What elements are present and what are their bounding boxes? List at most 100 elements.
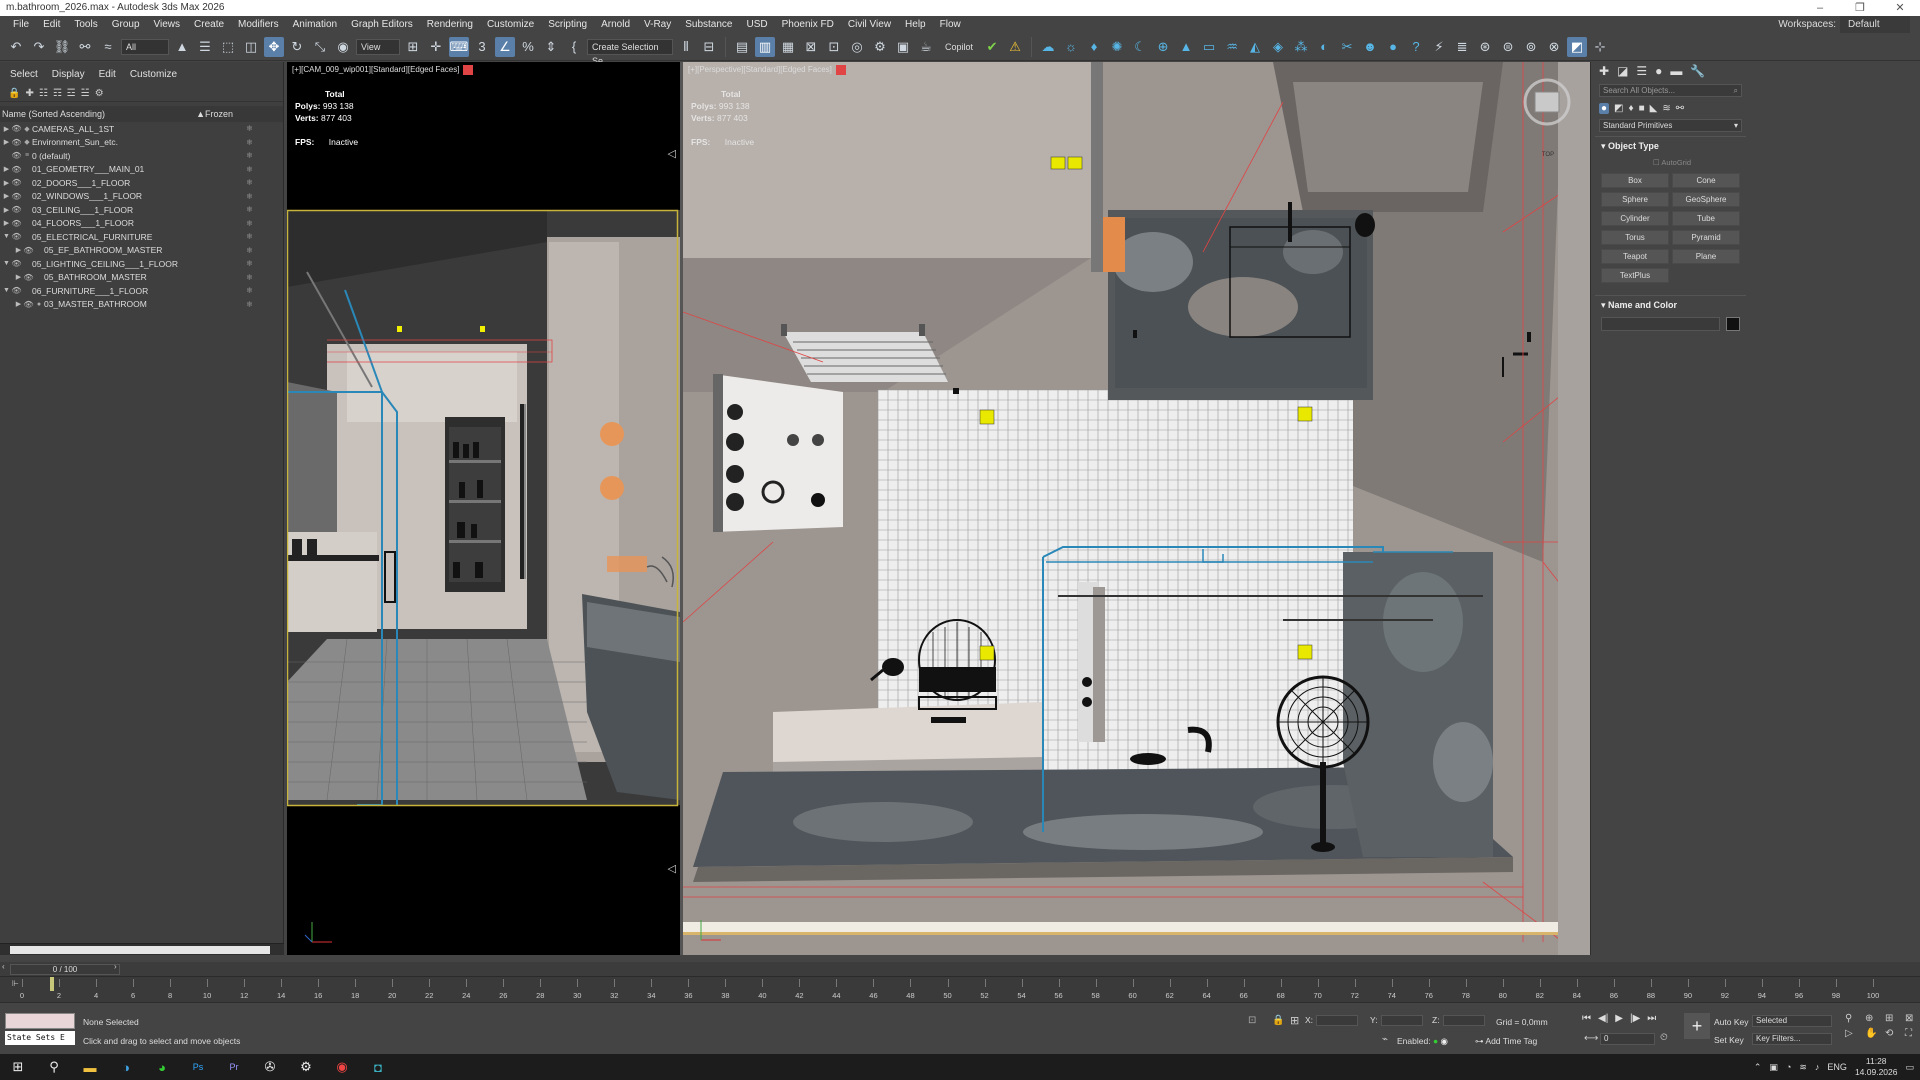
object-color-swatch[interactable] (1726, 317, 1740, 331)
layer-row[interactable]: ▶ 👁 05_EF_BATHROOM_MASTER ❄ (0, 244, 283, 258)
select-object-icon[interactable]: ▲ (172, 37, 192, 57)
z-input[interactable] (1442, 1015, 1485, 1027)
track-bar[interactable]: ⊩ 0 2 4 6 8 10 12 14 16 18 20 22 24 26 28 30 32 34 36 38 40 4… (0, 976, 1920, 1002)
more-tools-icon[interactable]: ⊹ (1590, 37, 1610, 57)
x-input[interactable] (1316, 1015, 1359, 1027)
chatgpt-icon[interactable]: ✇ (252, 1054, 288, 1080)
expand-arrow-icon[interactable]: ▶ (2, 206, 11, 214)
teapot-button[interactable]: Teapot (1601, 249, 1669, 264)
freeze-toggle-icon[interactable]: ❄ (246, 205, 253, 214)
unlink-icon[interactable]: ⚯ (75, 37, 95, 57)
zoom-extents-all-icon[interactable]: ⊠ (1905, 1013, 1920, 1024)
maxscript-listener[interactable] (5, 1013, 75, 1029)
freeze-toggle-icon[interactable]: ❄ (246, 165, 253, 174)
check-icon[interactable]: ✔ (982, 37, 1002, 57)
geosphere-button[interactable]: GeoSphere (1672, 192, 1740, 207)
selection-lock-icon[interactable]: 🔒 (1272, 1015, 1284, 1026)
rotate-icon[interactable]: ↻ (287, 37, 307, 57)
spinner-snap-icon[interactable]: ⇕ (541, 37, 561, 57)
layer-tree-icon[interactable]: ☶ (53, 88, 62, 99)
current-frame-input[interactable]: 0 (1600, 1033, 1655, 1045)
minimize-button[interactable]: – (1800, 0, 1840, 16)
go-to-end-icon[interactable]: ⏭ (1647, 1013, 1656, 1024)
vray-fur-icon[interactable]: ♒ (1222, 37, 1242, 57)
geometry-icon[interactable]: ● (1599, 103, 1610, 114)
explorer-menu-edit[interactable]: Edit (99, 69, 116, 80)
select-highlight-icon[interactable]: ☲ (67, 88, 76, 99)
restore-button[interactable]: ❐ (1840, 0, 1880, 16)
systems-icon[interactable]: ⚯ (1676, 103, 1684, 114)
mirror-icon[interactable]: ⫴ (676, 37, 696, 57)
language-indicator[interactable]: ENG (1827, 1062, 1847, 1072)
viewport-splitter-arrow[interactable]: ◁ (668, 862, 676, 875)
search-icon[interactable]: ⌕ (1734, 85, 1738, 96)
expand-arrow-icon[interactable]: ▼ (2, 260, 11, 267)
vray-decal-icon[interactable]: ◈ (1268, 37, 1288, 57)
viewport-label-text[interactable]: [+][Perspective][Standard][Edged Faces] (688, 65, 832, 74)
object-search-input[interactable]: Search All Objects... ⌕ (1599, 84, 1742, 97)
hierarchy-tab-icon[interactable]: ☰ (1636, 64, 1647, 78)
y-input[interactable] (1380, 1015, 1423, 1027)
layer-row[interactable]: ▶ 👁 ◆ CAMERAS_ALL_1ST ❄ (0, 122, 283, 136)
reference-coordinate-dropdown[interactable]: View (356, 38, 400, 55)
autogrid-checkbox[interactable]: ☐ AutoGrid (1595, 152, 1746, 171)
viewport-label-text[interactable]: [+][CAM_009_wip001][Standard][Edged Face… (292, 65, 459, 74)
undo-icon[interactable]: ↶ (6, 37, 26, 57)
snaps-toggle-icon[interactable]: 3 (472, 37, 492, 57)
viewport-perspective[interactable]: TOP [+][Perspective][Standard][Edged Fac… (683, 62, 1590, 955)
tube-button[interactable]: Tube (1672, 211, 1740, 226)
vray-sun-icon[interactable]: ✺ (1107, 37, 1127, 57)
maximize-viewport-icon[interactable]: ⛶ (1905, 1028, 1920, 1039)
visibility-eye-icon[interactable]: 👁 (11, 219, 22, 228)
next-frame-icon[interactable]: › (114, 962, 117, 971)
primitive-category-dropdown[interactable]: Standard Primitives ▾ (1599, 119, 1742, 132)
render-setup-icon[interactable]: ⚙ (870, 37, 890, 57)
menu-edit[interactable]: Edit (36, 16, 67, 33)
menu-substance[interactable]: Substance (678, 16, 739, 33)
freeze-toggle-icon[interactable]: ❄ (246, 219, 253, 228)
enabled-toggle-icon[interactable]: ◉ (1440, 1036, 1447, 1046)
orbit-icon[interactable]: ⟲ (1885, 1028, 1901, 1039)
material-editor-icon[interactable]: ◎ (847, 37, 867, 57)
fov-icon[interactable]: ▷ (1845, 1028, 1861, 1039)
tray-app-icon[interactable]: ▣ (1769, 1062, 1778, 1073)
file-explorer-icon[interactable]: ▬ (72, 1054, 108, 1080)
window-crossing-icon[interactable]: ◫ (241, 37, 261, 57)
visibility-eye-icon[interactable]: 👁 (11, 232, 22, 241)
freeze-toggle-icon[interactable]: ❄ (246, 246, 253, 255)
menu-phoenix-fd[interactable]: Phoenix FD (775, 16, 841, 33)
visibility-eye-icon[interactable]: 👁 (11, 165, 22, 174)
vray-light-icon[interactable]: ♦ (1084, 37, 1104, 57)
menu-views[interactable]: Views (147, 16, 188, 33)
prev-frame-icon[interactable]: ‹ (2, 962, 5, 971)
expand-arrow-icon[interactable]: ▶ (2, 219, 11, 227)
cameras-icon[interactable]: ■ (1639, 103, 1645, 114)
column-name[interactable]: Name (Sorted Ascending) (2, 106, 105, 122)
create-tab-icon[interactable]: ✚ (1599, 64, 1609, 78)
viewport-camera[interactable]: [+][CAM_009_wip001][Standard][Edged Face… (287, 62, 680, 955)
visibility-eye-icon[interactable]: 👁 (11, 259, 22, 268)
curve-editor-icon[interactable]: ⊠ (801, 37, 821, 57)
key-mode-icon[interactable]: ⟷ (1584, 1033, 1598, 1044)
named-selection-dropdown[interactable]: Create Selection Se (587, 38, 673, 66)
menu-flow[interactable]: Flow (933, 16, 968, 33)
lights-icon[interactable]: ♦ (1629, 103, 1634, 114)
set-key-button[interactable]: Set Key (1714, 1035, 1744, 1045)
visibility-eye-icon[interactable]: 👁 (23, 273, 34, 282)
freeze-toggle-icon[interactable]: ❄ (246, 286, 253, 295)
zoom-icon[interactable]: ⚲ (1845, 1013, 1861, 1024)
expand-arrow-icon[interactable]: ▶ (2, 192, 11, 200)
motion-tab-icon[interactable]: ● (1655, 64, 1662, 78)
menu-customize[interactable]: Customize (480, 16, 541, 33)
move-icon[interactable]: ✥ (264, 36, 284, 57)
freeze-toggle-icon[interactable]: ❄ (246, 273, 253, 282)
menu-usd[interactable]: USD (740, 16, 775, 33)
vray-dome-icon[interactable]: ☾ (1130, 37, 1150, 57)
menu-tools[interactable]: Tools (67, 16, 104, 33)
bind-spacewarp-icon[interactable]: ≈ (98, 37, 118, 57)
torus-button[interactable]: Torus (1601, 230, 1669, 245)
rendered-frame-icon[interactable]: ▣ (893, 37, 913, 57)
visibility-eye-icon[interactable]: 👁 (11, 151, 22, 160)
spacewarps-icon[interactable]: ≋ (1662, 103, 1670, 114)
menu-file[interactable]: File (6, 16, 36, 33)
